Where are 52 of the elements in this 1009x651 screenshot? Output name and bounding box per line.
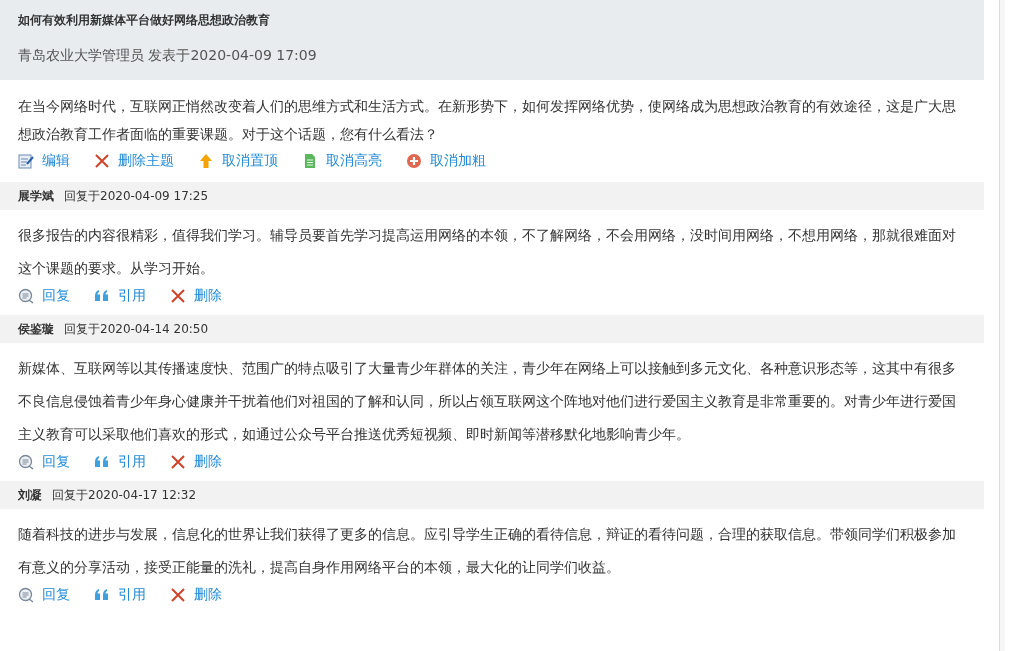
quote-icon [94, 454, 110, 470]
close-icon [170, 587, 186, 603]
action-link[interactable]: 编辑 [18, 152, 70, 170]
close-icon [170, 454, 186, 470]
reply-time: 回复于2020-04-17 12:32 [52, 486, 197, 504]
action-link[interactable]: 取消置顶 [198, 152, 278, 170]
action-link[interactable]: 删除 [170, 586, 222, 604]
action-label[interactable]: 回复 [42, 586, 70, 604]
action-label[interactable]: 回复 [42, 287, 70, 305]
topic-title: 如何有效利用新媒体平台做好网络思想政治教育 [18, 12, 271, 29]
scrollbar[interactable] [999, 0, 1005, 651]
action-link[interactable]: 取消加粗 [406, 152, 486, 170]
action-label[interactable]: 取消高亮 [326, 152, 382, 170]
action-label[interactable]: 删除 [194, 586, 222, 604]
action-label[interactable]: 编辑 [42, 152, 70, 170]
reply-author: 刘凝 [18, 486, 42, 504]
document-icon [302, 153, 318, 169]
close-icon [94, 153, 110, 169]
reply-body: 很多报告的内容很精彩，值得我们学习。辅导员要首先学习提高运用网络的本领，不了解网络，不会用网络，没时间用网络，不想用网络，那就很难面对这个课题的要求。从学习开始。 [17, 226, 957, 278]
action-label[interactable]: 取消置顶 [222, 152, 278, 170]
action-label[interactable]: 取消加粗 [430, 152, 486, 170]
action-link[interactable]: 删除 [170, 287, 222, 305]
action-link[interactable]: 引用 [94, 453, 146, 471]
action-label[interactable]: 删除 [194, 287, 222, 305]
action-label[interactable]: 引用 [118, 287, 146, 305]
action-link[interactable]: 删除主题 [94, 152, 174, 170]
topic-meta: 青岛农业大学管理员 发表于2020-04-09 17:09 [18, 47, 318, 65]
action-label[interactable]: 删除主题 [118, 152, 174, 170]
quote-icon [94, 288, 110, 304]
pencil-note-icon [18, 153, 34, 169]
topic-body: 在当今网络时代，互联网正悄然改变着人们的思维方式和生活方式。在新形势下，如何发挥网络优势，使网络成为思想政治教育的有效途径，这是广大思想政治教育工作者面临的重要课题。对于这个话题，您有什么看法？ [17, 97, 957, 144]
action-link[interactable]: 回复 [18, 586, 70, 604]
action-link[interactable]: 删除 [170, 453, 222, 471]
action-label[interactable]: 回复 [42, 453, 70, 471]
quote-icon [94, 587, 110, 603]
reply-author: 侯鉴璇 [18, 320, 54, 338]
action-link[interactable]: 回复 [18, 287, 70, 305]
action-link[interactable]: 引用 [94, 287, 146, 305]
action-label[interactable]: 引用 [118, 453, 146, 471]
action-label[interactable]: 删除 [194, 453, 222, 471]
reply-time: 回复于2020-04-14 20:50 [64, 320, 209, 338]
reply-time: 回复于2020-04-09 17:25 [64, 187, 209, 205]
action-link[interactable]: 引用 [94, 586, 146, 604]
plus-circle-icon [406, 153, 422, 169]
reply-author: 展学斌 [18, 187, 54, 205]
reply-body: 新媒体、互联网等以其传播速度快、范围广的特点吸引了大量青少年群体的关注，青少年在网络上可以接触到多元文化、各种意识形态等，这其中有很多不良信息侵蚀着青少年身心健康并干扰着他们对祖国的了解和认同，所以占领互联网这个阵地对他们进行爱国主义教育是非常重要的。对青少年进行爱国主义教育可以采取他们喜欢的形式，如通过公众号平台推送优秀短视频、即时新闻等潜移默化地影响青少年。 [17, 359, 957, 444]
action-link[interactable]: 取消高亮 [302, 152, 382, 170]
action-link[interactable]: 回复 [18, 453, 70, 471]
up-arrow-icon [198, 153, 214, 169]
reply-body: 随着科技的进步与发展，信息化的世界让我们获得了更多的信息。应引导学生正确的看待信息，辩证的看待问题，合理的获取信息。带领同学们积极参加有意义的分享活动，接受正能量的洗礼，提高自身作用网络平台的本领，最大化的让同学们收益。 [17, 525, 957, 577]
action-label[interactable]: 引用 [118, 586, 146, 604]
close-icon [170, 288, 186, 304]
